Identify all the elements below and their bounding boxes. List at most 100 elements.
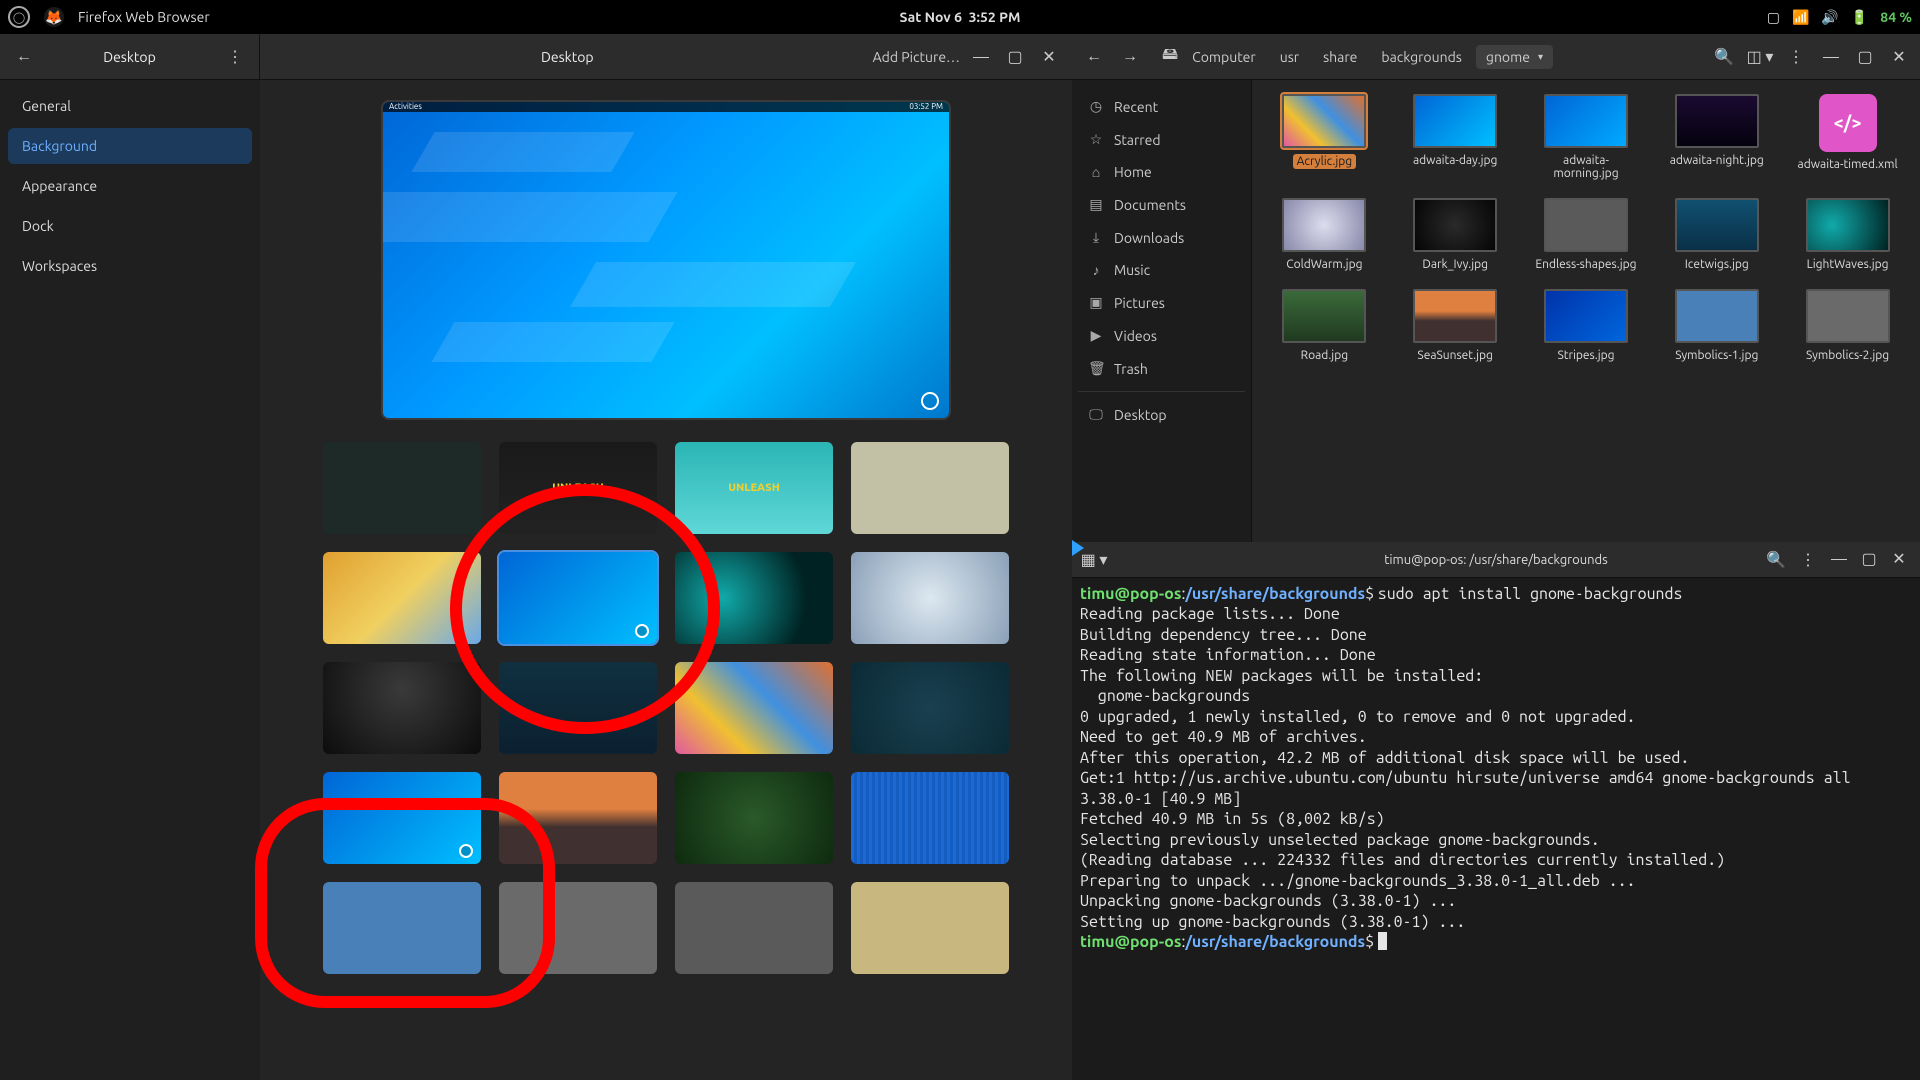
terminal-menu-button[interactable]: ⋮ (1792, 544, 1824, 576)
side-documents[interactable]: ▤Documents (1078, 188, 1245, 221)
wallpaper-thumb-adwaita-morning-blue[interactable] (323, 772, 481, 864)
wallpaper-thumb-sea-sunset[interactable] (499, 772, 657, 864)
wallpaper-thumb-adwaita-day-blue[interactable] (499, 552, 657, 644)
nav-appearance[interactable]: Appearance (8, 168, 252, 204)
side-desktop[interactable]: 🖵Desktop (1078, 398, 1245, 431)
wallpaper-thumb-acrylic[interactable] (675, 662, 833, 754)
side-starred[interactable]: ☆Starred (1078, 123, 1245, 156)
firefox-icon[interactable]: 🦊 (44, 7, 64, 27)
files-back-button[interactable]: ← (1078, 41, 1110, 73)
wallpaper-thumb-tan-paper[interactable] (851, 882, 1009, 974)
file-item[interactable]: Road.jpg (1266, 289, 1383, 362)
file-name-label: SeaSunset.jpg (1417, 349, 1493, 362)
active-app-label: Firefox Web Browser (78, 9, 210, 25)
screenshot-icon[interactable]: ▢ (1767, 9, 1780, 26)
terminal-maximize-button[interactable]: ▢ (1854, 544, 1884, 574)
wallpaper-thumb-lightwaves[interactable] (675, 552, 833, 644)
side-downloads[interactable]: ⤓Downloads (1078, 221, 1245, 254)
file-item[interactable]: Icetwigs.jpg (1658, 198, 1775, 271)
files-maximize-button[interactable]: ▢ (1850, 42, 1880, 72)
side-videos[interactable]: ▶Videos (1078, 319, 1245, 352)
add-picture-button[interactable]: Add Picture… (867, 45, 966, 69)
clock[interactable]: Sat Nov 6 3:52 PM (900, 9, 1021, 25)
xml-file-icon: </> (1819, 94, 1877, 152)
file-thumbnail (1675, 289, 1759, 343)
wallpaper-thumb-stripes-blue[interactable] (851, 772, 1009, 864)
wallpaper-thumb-cold-warm-ice[interactable] (851, 552, 1009, 644)
file-name-label: adwaita-timed.xml (1798, 158, 1898, 171)
terminal-output[interactable]: timu@pop-os:/usr/share/backgrounds$ sudo… (1072, 578, 1920, 1080)
pop-os-icon[interactable]: ◯ (8, 6, 30, 28)
maximize-button[interactable]: ▢ (1000, 42, 1030, 72)
side-pictures[interactable]: ▣Pictures (1078, 286, 1245, 319)
wallpaper-thumb-warm-poly[interactable] (323, 552, 481, 644)
volume-icon[interactable]: 🔊 (1821, 9, 1838, 26)
file-name-label: Icetwigs.jpg (1685, 258, 1749, 271)
files-menu-button[interactable]: ⋮ (1780, 41, 1812, 73)
wallpaper-thumb-icetwigs[interactable] (499, 662, 657, 754)
documents-icon: ▤ (1088, 196, 1104, 213)
nav-general[interactable]: General (8, 88, 252, 124)
file-item[interactable]: adwaita-night.jpg (1658, 94, 1775, 180)
back-button[interactable]: ← (8, 41, 40, 73)
file-thumbnail (1806, 198, 1890, 252)
side-home[interactable]: ⌂Home (1078, 156, 1245, 188)
path-gnome[interactable]: gnome (1476, 45, 1553, 69)
sidebar-title: Desktop (40, 49, 219, 65)
file-item[interactable]: Symbolics-1.jpg (1658, 289, 1775, 362)
battery-percent: 84 % (1880, 9, 1912, 25)
file-item[interactable]: SeaSunset.jpg (1397, 289, 1514, 362)
battery-icon[interactable]: 🔋 (1851, 9, 1868, 26)
wallpaper-thumb-dark-ivy[interactable] (323, 662, 481, 754)
side-recent[interactable]: ◷Recent (1078, 90, 1245, 123)
path-usr[interactable]: usr (1270, 45, 1309, 69)
file-item[interactable]: Acrylic.jpg (1266, 94, 1383, 180)
file-item[interactable]: </> adwaita-timed.xml (1789, 94, 1906, 180)
wifi-icon[interactable]: 📶 (1792, 9, 1809, 26)
file-thumbnail (1675, 94, 1759, 148)
file-item[interactable]: Dark_Ivy.jpg (1397, 198, 1514, 271)
files-forward-button[interactable]: → (1114, 41, 1146, 73)
wallpaper-thumb-robot-city[interactable] (851, 442, 1009, 534)
path-share[interactable]: share (1313, 45, 1367, 69)
minimize-button[interactable]: — (966, 42, 996, 72)
path-backgrounds[interactable]: backgrounds (1371, 45, 1471, 69)
wallpaper-thumb-green-ferns[interactable] (675, 772, 833, 864)
nav-dock[interactable]: Dock (8, 208, 252, 244)
terminal-search-button[interactable]: 🔍 (1760, 544, 1792, 576)
file-item[interactable]: Endless-shapes.jpg (1528, 198, 1645, 271)
terminal-minimize-button[interactable]: — (1824, 544, 1854, 574)
files-search-button[interactable]: 🔍 (1708, 41, 1740, 73)
files-close-button[interactable]: ✕ (1884, 42, 1914, 72)
file-thumbnail (1413, 289, 1497, 343)
sidebar-menu-button[interactable]: ⋮ (219, 41, 251, 73)
timed-wallpaper-icon (459, 844, 473, 858)
files-view[interactable]: Acrylic.jpgadwaita-day.jpgadwaita-mornin… (1252, 80, 1920, 542)
file-item[interactable]: LightWaves.jpg (1789, 198, 1906, 271)
close-button[interactable]: ✕ (1034, 42, 1064, 72)
file-item[interactable]: Symbolics-2.jpg (1789, 289, 1906, 362)
files-view-button[interactable]: ◫ ▾ (1744, 41, 1776, 73)
wallpaper-thumb-unleash-teal[interactable]: UNLEASH (675, 442, 833, 534)
files-headerbar: ← → 🖴 Computer usr share backgrounds gno… (1072, 34, 1920, 80)
wallpaper-thumb-symbolics-2[interactable] (499, 882, 657, 974)
wallpaper-thumb-symbolics-1[interactable] (323, 882, 481, 974)
side-music[interactable]: ♪Music (1078, 254, 1245, 286)
wallpaper-thumb-unleash-dark[interactable]: UNLEASH (499, 442, 657, 534)
nav-workspaces[interactable]: Workspaces (8, 248, 252, 284)
file-item[interactable]: adwaita-morning.jpg (1528, 94, 1645, 180)
side-trash[interactable]: 🗑Trash (1078, 352, 1245, 385)
nav-background[interactable]: Background (8, 128, 252, 164)
files-minimize-button[interactable]: — (1816, 42, 1846, 72)
wallpaper-thumb-road-aerial[interactable] (851, 662, 1009, 754)
file-item[interactable]: ColdWarm.jpg (1266, 198, 1383, 271)
path-computer[interactable]: Computer (1182, 45, 1266, 69)
terminal-close-button[interactable]: ✕ (1884, 544, 1914, 574)
wallpaper-thumb-pattern-dark-hex[interactable] (323, 442, 481, 534)
wallpaper-thumb-endless-shapes[interactable] (675, 882, 833, 974)
file-item[interactable]: adwaita-day.jpg (1397, 94, 1514, 180)
file-thumbnail (1413, 198, 1497, 252)
file-item[interactable]: Stripes.jpg (1528, 289, 1645, 362)
terminal-window: ▦ ▾ timu@pop-os: /usr/share/backgrounds … (1072, 542, 1920, 1080)
main-title: Desktop (268, 49, 867, 65)
